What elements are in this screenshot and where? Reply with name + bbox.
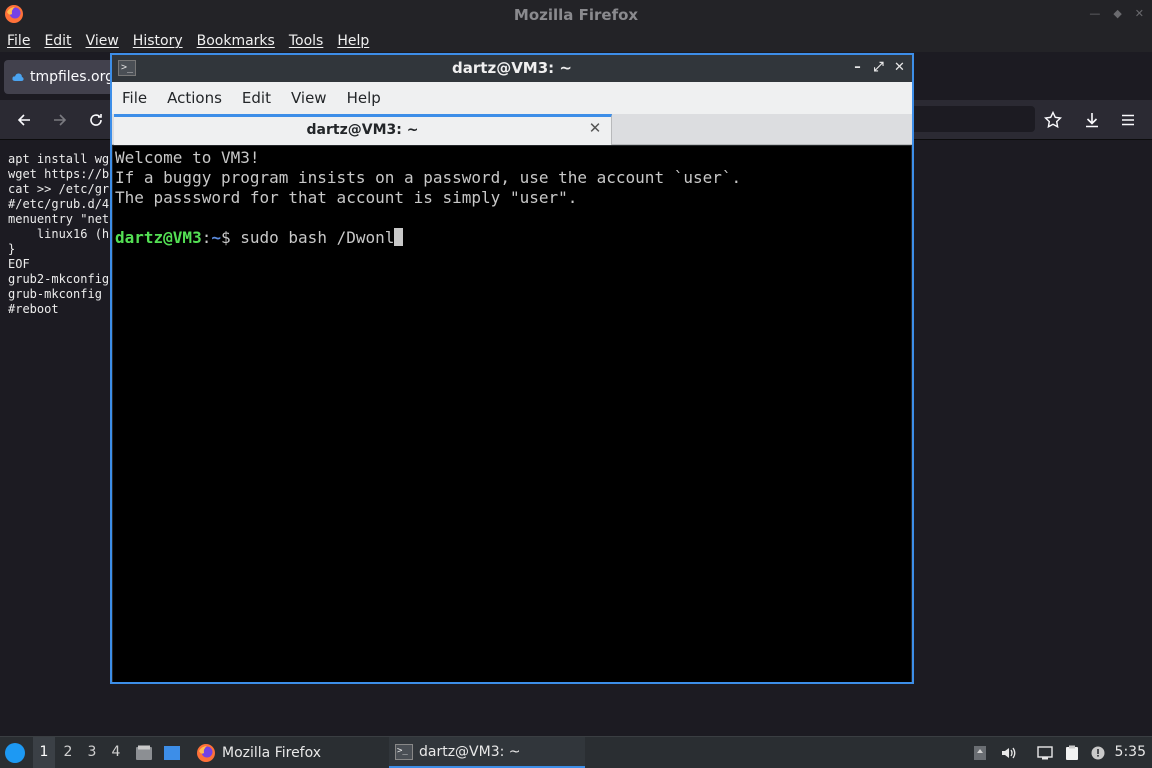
page-code-line: apt install wg bbox=[8, 152, 110, 166]
star-icon bbox=[1044, 111, 1062, 129]
terminal-titlebar[interactable]: >_ dartz@VM3: ~ – ⤢ ✕ bbox=[112, 55, 912, 82]
url-bar[interactable] bbox=[900, 106, 1035, 132]
terminal-tab-label: dartz@VM3: ~ bbox=[306, 122, 419, 138]
firefox-menubar: File Edit View History Bookmarks Tools H… bbox=[0, 30, 1152, 52]
terminal-tab-strip: dartz@VM3: ~ ✕ bbox=[112, 114, 912, 145]
terminal-menu-view[interactable]: View bbox=[291, 89, 327, 107]
terminal-window[interactable]: >_ dartz@VM3: ~ – ⤢ ✕ File Actions Edit … bbox=[110, 53, 914, 684]
terminal-icon: >_ bbox=[395, 743, 413, 760]
firefox-window-controls: — ◆ ✕ bbox=[1089, 7, 1144, 20]
page-code-line: EOF bbox=[8, 257, 30, 271]
upload-tray-icon[interactable] bbox=[972, 745, 988, 761]
firefox-titlebar: Mozilla Firefox — ◆ ✕ bbox=[0, 0, 1152, 30]
forward-button[interactable] bbox=[50, 110, 70, 130]
taskbar: 1 2 3 4 Mozilla Firefox >_ dartz@VM3: ~ … bbox=[0, 736, 1152, 768]
network-icon[interactable] bbox=[1037, 745, 1053, 761]
page-code-text: apt install wg wget https://b cat >> /etc/… bbox=[8, 152, 109, 317]
page-code-line: cat >> /etc/gr bbox=[8, 182, 110, 196]
menu-view[interactable]: View bbox=[86, 33, 119, 49]
terminal-output-line: If a buggy program insists on a password… bbox=[115, 168, 742, 187]
workspace-3[interactable]: 3 bbox=[81, 737, 103, 768]
terminal-output-line: The passsword for that account is simply… bbox=[115, 188, 578, 207]
page-code-line: } bbox=[8, 242, 16, 256]
clock[interactable]: 5:35 bbox=[1115, 737, 1146, 768]
menu-tools[interactable]: Tools bbox=[289, 33, 324, 49]
terminal-menu-actions[interactable]: Actions bbox=[167, 89, 222, 107]
page-code-line: #reboot bbox=[8, 302, 59, 316]
menu-edit[interactable]: Edit bbox=[44, 33, 71, 49]
page-code-line: grub-mkconfig bbox=[8, 287, 102, 301]
browser-tab[interactable]: tmpfiles.org bbox=[4, 60, 114, 94]
terminal-prompt-line[interactable]: dartz@VM3:~$ sudo bash /Dwonl bbox=[115, 228, 909, 248]
minimize-icon[interactable]: — bbox=[1089, 7, 1100, 20]
workspace-2[interactable]: 2 bbox=[57, 737, 79, 768]
page-code-line: grub2-mkconfig bbox=[8, 272, 110, 286]
prompt-path: ~ bbox=[211, 228, 221, 247]
workspace-4[interactable]: 4 bbox=[105, 737, 127, 768]
downloads-button[interactable] bbox=[1082, 110, 1102, 130]
terminal-window-controls: – ⤢ ✕ bbox=[851, 60, 906, 75]
terminal-menu-file[interactable]: File bbox=[122, 89, 147, 107]
browser-tab-label: tmpfiles.org bbox=[29, 69, 114, 85]
download-icon bbox=[1086, 113, 1098, 128]
forward-arrow-icon bbox=[54, 114, 67, 126]
page-code-line: linux16 (h bbox=[8, 227, 110, 241]
page-code-line: #/etc/grub.d/4 bbox=[8, 197, 110, 211]
clipboard-icon[interactable] bbox=[1064, 745, 1080, 761]
page-code-line: wget https://b bbox=[8, 167, 110, 181]
terminal-menu-edit[interactable]: Edit bbox=[242, 89, 271, 107]
task-terminal-label: dartz@VM3: ~ bbox=[419, 743, 521, 760]
menu-help[interactable]: Help bbox=[337, 33, 369, 49]
task-firefox[interactable]: Mozilla Firefox bbox=[190, 737, 327, 768]
close-icon[interactable]: ✕ bbox=[893, 60, 906, 75]
menu-file[interactable]: File bbox=[7, 33, 30, 49]
menu-history[interactable]: History bbox=[133, 33, 183, 49]
desktop-icon[interactable] bbox=[163, 745, 181, 761]
task-terminal[interactable]: >_ dartz@VM3: ~ bbox=[389, 737, 585, 768]
page-code-line: menuentry "net bbox=[8, 212, 110, 226]
minimize-icon[interactable]: – bbox=[851, 60, 864, 75]
menu-bookmarks[interactable]: Bookmarks bbox=[197, 33, 275, 49]
file-manager-icon[interactable] bbox=[135, 745, 153, 761]
terminal-menu-help[interactable]: Help bbox=[347, 89, 381, 107]
prompt-separator: : bbox=[201, 228, 212, 247]
reload-icon bbox=[90, 114, 102, 126]
task-firefox-label: Mozilla Firefox bbox=[222, 744, 322, 761]
terminal-output-line: Welcome to VM3! bbox=[115, 148, 260, 167]
maximize-icon[interactable]: ⤢ bbox=[872, 60, 885, 75]
updates-icon[interactable] bbox=[1090, 745, 1106, 761]
terminal-window-title: dartz@VM3: ~ bbox=[452, 59, 572, 77]
back-arrow-icon bbox=[17, 114, 30, 126]
reload-button[interactable] bbox=[86, 110, 106, 130]
command-input[interactable]: sudo bash /Dwonl bbox=[240, 228, 394, 247]
application-launcher-button[interactable] bbox=[5, 743, 25, 763]
firefox-icon bbox=[197, 743, 215, 762]
workspace-1[interactable]: 1 bbox=[33, 737, 55, 768]
prompt-symbol: $ bbox=[220, 228, 241, 247]
hamburger-menu-icon bbox=[1122, 114, 1134, 126]
volume-icon[interactable] bbox=[1000, 745, 1016, 761]
bookmark-star-button[interactable] bbox=[1043, 110, 1063, 130]
prompt-user: dartz@VM3 bbox=[115, 228, 202, 247]
back-button[interactable] bbox=[14, 110, 34, 130]
firefox-window-title: Mozilla Firefox bbox=[513, 6, 639, 24]
cloud-icon bbox=[12, 73, 24, 81]
restore-icon[interactable]: ◆ bbox=[1113, 7, 1121, 20]
terminal-tab[interactable]: dartz@VM3: ~ ✕ bbox=[114, 114, 612, 145]
tab-close-icon[interactable]: ✕ bbox=[587, 120, 603, 136]
terminal-menubar: File Actions Edit View Help bbox=[112, 82, 912, 114]
app-menu-button[interactable] bbox=[1118, 110, 1138, 130]
terminal-screen[interactable]: Welcome to VM3! If a buggy program insis… bbox=[113, 146, 911, 682]
close-icon[interactable]: ✕ bbox=[1135, 7, 1144, 20]
text-cursor bbox=[394, 228, 404, 246]
